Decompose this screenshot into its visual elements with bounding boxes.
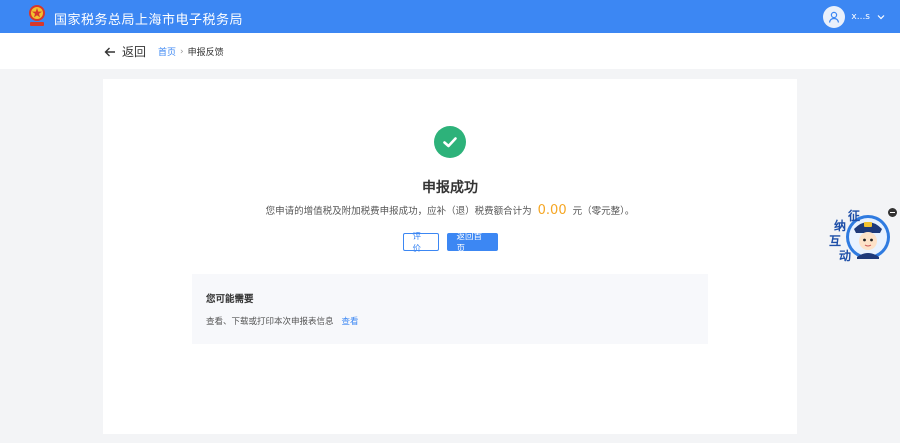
result-card: 申报成功 您申请的增值税及附加税费申报成功，应补（退）税费额合计为 0.00 元（零… <box>103 79 797 434</box>
back-home-button[interactable]: 返回首页 <box>446 232 498 254</box>
top-header-bar: 国家税务总局上海市电子税务局 x...s <box>0 0 900 33</box>
tax-emblem-icon <box>29 5 45 26</box>
result-title: 申报成功 <box>422 180 478 196</box>
assistant-char: 动 <box>839 249 852 263</box>
user-menu[interactable]: x...s <box>823 5 886 29</box>
back-button[interactable]: 返回 <box>104 43 146 60</box>
view-link[interactable]: 查看 <box>342 317 359 327</box>
user-avatar-icon <box>823 6 846 28</box>
back-label: 返回 <box>122 45 147 59</box>
username: x...s <box>851 12 870 22</box>
result-description: 您申请的增值税及附加税费申报成功，应补（退）税费额合计为 0.00 元（零元整）。 <box>103 203 797 218</box>
close-assistant-icon[interactable] <box>888 208 897 217</box>
result-desc-prefix: 您申请的增值税及附加税费申报成功，应补（退）税费额合计为 <box>265 206 532 217</box>
success-check-icon <box>434 126 466 158</box>
maybe-need-item: 查看、下载或打印本次申报表信息 查看 <box>206 315 359 327</box>
tax-amount: 0.00 <box>537 203 567 218</box>
sub-navigation: 返回 首页 › 申报反馈 <box>0 33 900 69</box>
action-buttons: 评价 返回首页 <box>103 232 797 254</box>
chevron-down-icon <box>877 15 885 20</box>
breadcrumb: 首页 › 申报反馈 <box>158 45 224 59</box>
result-desc-suffix: 元（零元整）。 <box>572 206 635 217</box>
breadcrumb-home-link[interactable]: 首页 <box>158 45 176 58</box>
maybe-need-text: 查看、下载或打印本次申报表信息 <box>206 317 334 327</box>
app-title: 国家税务总局上海市电子税务局 <box>54 13 244 28</box>
evaluate-button[interactable]: 评价 <box>402 232 439 254</box>
maybe-need-title: 您可能需要 <box>206 294 254 305</box>
maybe-need-panel: 您可能需要 查看、下载或打印本次申报表信息 查看 <box>192 274 708 344</box>
breadcrumb-current: 申报反馈 <box>187 48 224 58</box>
interaction-assistant-widget[interactable]: 征 纳 互 动 <box>826 207 892 267</box>
breadcrumb-separator: › <box>180 46 184 57</box>
assistant-char: 征 <box>848 209 861 223</box>
arrow-left-icon <box>104 47 115 56</box>
